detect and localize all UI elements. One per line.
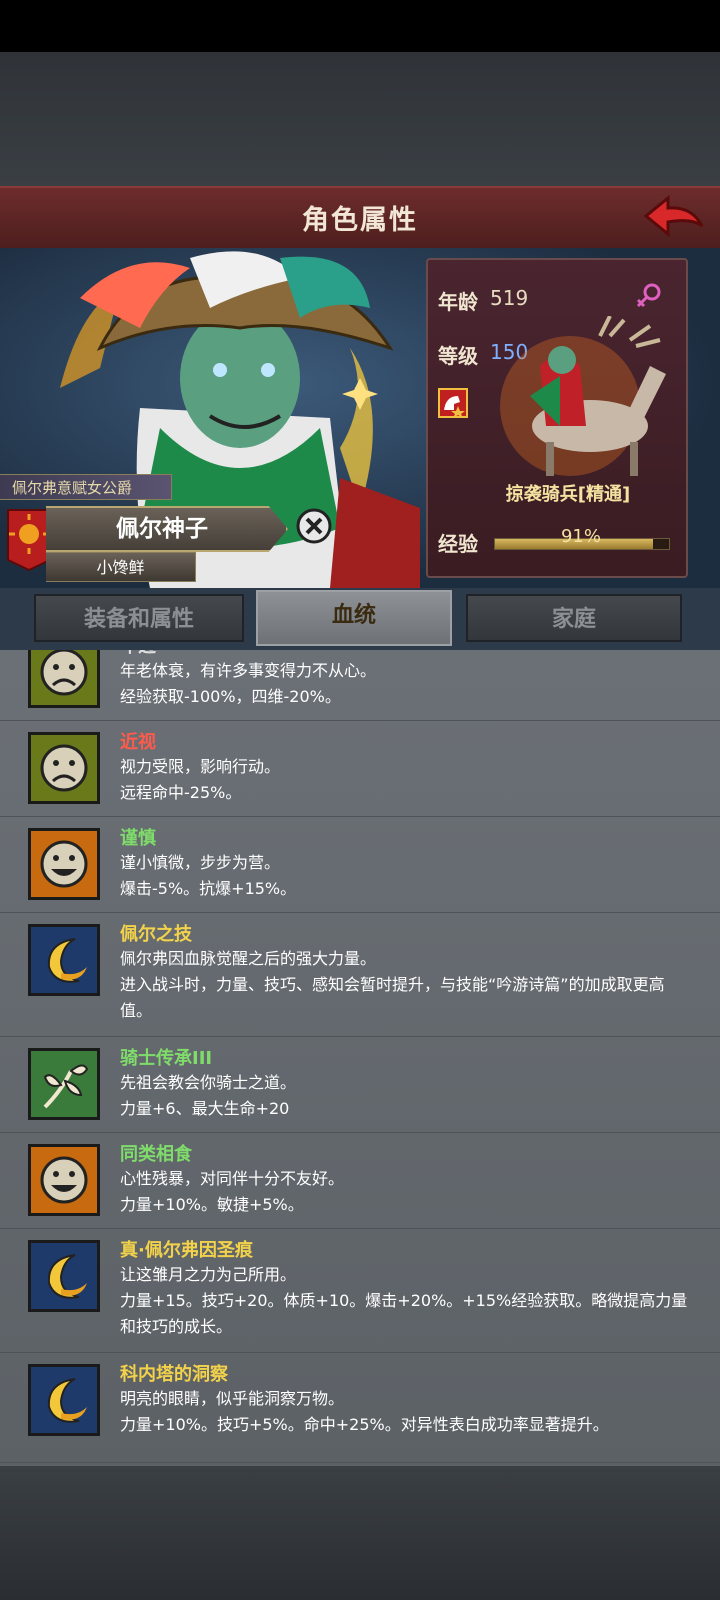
top-background [0, 52, 720, 186]
trait-row[interactable]: 科内塔的洞察明亮的眼睛，似乎能洞察万物。力量+10%。技巧+5%。命中+25%。… [0, 1352, 720, 1463]
trait-row[interactable]: 谨慎 谨小慎微，步步为营。 爆击-5%。抗爆+15%。 [0, 816, 720, 913]
back-arrow-icon[interactable] [642, 192, 706, 242]
trait-effect: 经验获取-100%，四维-20%。 [120, 687, 341, 706]
crescent-moon-icon [28, 1240, 100, 1312]
header-bar: 角色属性 [0, 186, 720, 250]
trait-description: 心性残暴，对同伴十分不友好。 [120, 1169, 345, 1188]
tab-equipment[interactable]: 装备和属性 [34, 594, 244, 642]
trait-effect: 远程命中-25%。 [120, 783, 242, 802]
happy-face-icon [28, 828, 100, 900]
reindeer-mount-portrait [500, 316, 666, 476]
trait-row[interactable]: 骑士传承III 先祖会教会你骑士之道。 力量+6、最大生命+20 [0, 1036, 720, 1133]
leaf-branch-icon [28, 1048, 100, 1120]
trait-description-block: 先祖会教会你骑士之道。 力量+6、最大生命+20 [120, 1070, 690, 1122]
trait-description: 先祖会教会你骑士之道。 [120, 1073, 297, 1092]
tab-family[interactable]: 家庭 [466, 594, 682, 642]
cavalry-rank-icon [438, 388, 468, 418]
title-ribbon: 佩尔弗意赋女公爵 [0, 474, 172, 500]
trait-row[interactable]: 近视 视力受限，影响行动。 远程命中-25%。 [0, 720, 720, 817]
sad-face-icon [28, 650, 100, 708]
character-nickname: 小馋鲜 [46, 552, 196, 582]
trait-name: 近视 [120, 732, 156, 753]
trait-description: 佩尔弗因血脉觉醒之后的强大力量。 [120, 949, 377, 968]
trait-description-block: 视力受限，影响行动。 远程命中-25%。 [120, 754, 690, 806]
happy-face-icon [28, 1144, 100, 1216]
name-plate: 佩尔神子 [46, 506, 288, 552]
trait-name: 骑士传承III [120, 1048, 213, 1069]
level-label: 等级 [438, 344, 478, 368]
trait-description: 让这雏月之力为己所用。 [120, 1265, 297, 1284]
trait-description-block: 明亮的眼睛，似乎能洞察万物。力量+10%。技巧+5%。命中+25%。对异性表白成… [120, 1386, 690, 1438]
trait-effect: 力量+10%。技巧+5%。命中+25%。对异性表白成功率显著提升。 [120, 1415, 609, 1434]
trait-name: 佩尔之技 [120, 924, 192, 945]
trait-description: 年老体衰，有许多事变得力不从心。 [120, 661, 377, 680]
trait-name: 科内塔的洞察 [120, 1364, 228, 1385]
tab-bar: 装备和属性 血统 家庭 [0, 588, 720, 650]
xp-percent: 91% [560, 526, 601, 547]
trait-effect: 力量+6、最大生命+20 [120, 1099, 290, 1118]
trait-effect: 进入战斗时，力量、技巧、感知会暂时提升，与技能“吟游诗篇”的加成取更高值。 [120, 975, 665, 1020]
crescent-moon-icon [28, 924, 100, 996]
status-bar [0, 0, 720, 52]
trait-description-block: 佩尔弗因血脉觉醒之后的强大力量。进入战斗时，力量、技巧、感知会暂时提升，与技能“… [120, 946, 690, 1024]
trait-name: 谨慎 [120, 828, 156, 849]
trait-effect: 爆击-5%。抗爆+15%。 [120, 879, 297, 898]
trait-effect: 力量+15。技巧+20。体质+10。爆击+20%。+15%经验获取。略微提高力量… [120, 1291, 688, 1336]
trait-row[interactable]: 真·佩尔弗因圣痕让这雏月之力为己所用。力量+15。技巧+20。体质+10。爆击+… [0, 1228, 720, 1353]
unit-class-name: 掠袭骑兵[精通] [505, 484, 631, 505]
trait-list[interactable]: 年迈年老体衰，有许多事变得力不从心。经验获取-100%，四维-20%。近视视力受… [0, 650, 720, 1466]
trait-description-block: 心性残暴，对同伴十分不友好。 力量+10%。敏捷+5%。 [120, 1166, 690, 1218]
trait-description-block: 让这雏月之力为己所用。力量+15。技巧+20。体质+10。爆击+20%。+15%… [120, 1262, 690, 1340]
trait-row[interactable]: 佩尔之技佩尔弗因血脉觉醒之后的强大力量。进入战斗时，力量、技巧、感知会暂时提升，… [0, 912, 720, 1037]
bottom-background [0, 1466, 720, 1600]
trait-name: 真·佩尔弗因圣痕 [120, 1240, 253, 1261]
female-icon [636, 283, 661, 308]
trait-description: 视力受限，影响行动。 [120, 757, 281, 776]
page-title: 角色属性 [302, 205, 418, 236]
tab-bloodline[interactable]: 血统 [256, 590, 452, 646]
trait-description-block: 谨小慎微，步步为营。 爆击-5%。抗爆+15%。 [120, 850, 690, 902]
crescent-moon-icon [28, 1364, 100, 1436]
age-value: 519 [490, 286, 529, 310]
trait-description: 谨小慎微，步步为营。 [120, 853, 281, 872]
xp-label: 经验 [438, 532, 478, 556]
trait-row[interactable]: 年迈年老体衰，有许多事变得力不从心。经验获取-100%，四维-20%。 [0, 650, 720, 721]
trait-description: 明亮的眼睛，似乎能洞察万物。 [120, 1389, 345, 1408]
close-icon[interactable] [296, 508, 332, 544]
trait-name: 年迈 [120, 650, 156, 658]
stats-panel: 年龄 519 等级 150 掠袭骑兵[精通] 经验 91% [426, 258, 688, 578]
trait-effect: 力量+10%。敏捷+5%。 [120, 1195, 304, 1214]
age-label: 年龄 [438, 290, 478, 314]
sad-face-icon [28, 732, 100, 804]
character-name: 佩尔神子 [116, 516, 208, 542]
character-hero-panel: 佩尔弗意赋女公爵 佩尔神子 小馋鲜 年龄 519 等级 150 掠袭骑兵[精通]… [0, 248, 720, 588]
trait-row[interactable]: 同类相食 心性残暴，对同伴十分不友好。 力量+10%。敏捷+5%。 [0, 1132, 720, 1229]
trait-name: 同类相食 [120, 1144, 192, 1165]
trait-description-block: 年老体衰，有许多事变得力不从心。 经验获取-100%，四维-20%。 [120, 658, 690, 710]
